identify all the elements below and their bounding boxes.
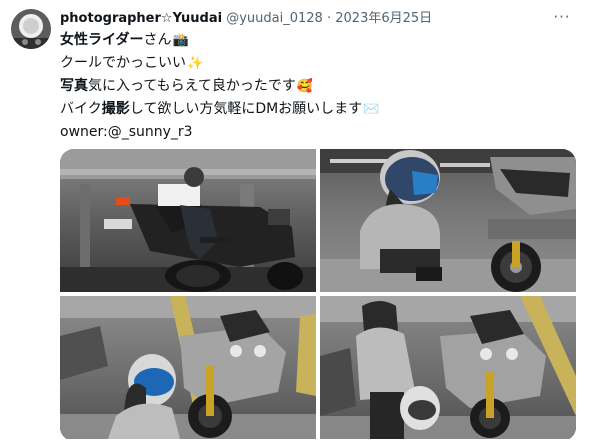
camera-flash-emoji-icon: 📸 — [172, 33, 189, 48]
photo-rider-helmet[interactable] — [60, 296, 316, 439]
sparkles-emoji-icon: ✨ — [187, 56, 204, 71]
user-handle[interactable]: @yuudai_0128 — [226, 11, 323, 26]
tweet-line-3: 写真気に入ってもらえて良かったです🥰 — [60, 75, 570, 98]
bold-text: 写真 — [60, 78, 88, 94]
tweet-text: 女性ライダーさん📸 クールでかっこいい✨ 写真気に入ってもらえて良かったです🥰 … — [60, 29, 570, 143]
owner-mention[interactable]: owner:@_sunny_r3 — [60, 124, 193, 140]
bold-text: 撮影 — [101, 101, 130, 117]
tweet-line-4: バイク撮影して欲しい方気軽にDMお願いします✉️ — [60, 98, 570, 121]
text: 気に入ってもらえて良かったです — [88, 78, 296, 94]
photo-rider-on-bike[interactable] — [60, 149, 316, 292]
tweet-line-1: 女性ライダーさん📸 — [60, 29, 570, 52]
text: して欲しい方気軽にDMお願いします — [129, 101, 363, 117]
tweet-line-5: owner:@_sunny_r3 — [60, 121, 570, 143]
envelope-emoji-icon: ✉️ — [363, 102, 380, 117]
tweet-date[interactable]: 2023年6月25日 — [335, 11, 432, 26]
text: バイク — [60, 101, 102, 117]
smiling-face-hearts-emoji-icon: 🥰 — [296, 79, 314, 94]
photo-grid — [60, 149, 576, 441]
bold-text: 女性ライダー — [60, 32, 144, 48]
avatar[interactable] — [11, 9, 51, 49]
tweet-line-2: クールでかっこいい✨ — [60, 52, 570, 75]
display-name[interactable]: photographer☆Yuudai — [60, 11, 222, 26]
separator-dot: · — [326, 11, 332, 26]
more-options-button[interactable]: ··· — [551, 8, 573, 26]
text: クールでかっこいい — [60, 55, 186, 71]
text: さん — [143, 32, 172, 48]
tweet-header: photographer☆Yuudai @yuudai_0128 · 2023年… — [60, 10, 432, 28]
photo-rider-crouching[interactable] — [320, 149, 576, 292]
photo-rider-standing[interactable] — [320, 296, 576, 439]
